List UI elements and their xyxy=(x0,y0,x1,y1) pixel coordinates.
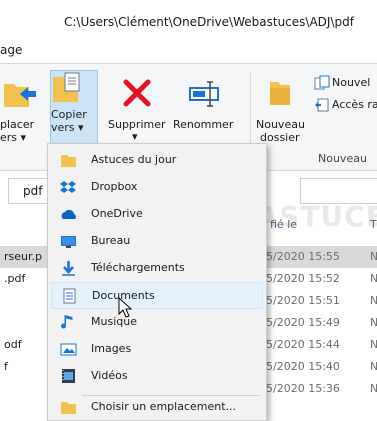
music-icon xyxy=(61,315,73,329)
easy-access-label: Accès ra xyxy=(332,98,377,111)
menu-item-astuces-du-jour[interactable]: Astuces du jour xyxy=(51,147,263,174)
file-date: 5/2020 15:52 xyxy=(266,272,340,285)
ribbon-tab-row: age xyxy=(0,34,377,64)
file-type: N xyxy=(370,294,377,307)
menu-item-vid-os[interactable]: Vidéos xyxy=(51,363,263,390)
menu-item-bureau[interactable]: Bureau xyxy=(51,228,263,255)
file-name: rseur.p xyxy=(4,250,42,263)
file-type: N xyxy=(370,382,377,395)
menu-item-label: Astuces du jour xyxy=(91,153,177,166)
copy-to-label-1: Copier xyxy=(51,108,87,121)
file-date: 5/2020 15:49 xyxy=(266,316,340,329)
menu-item-images[interactable]: Images xyxy=(51,336,263,363)
images-icon xyxy=(60,343,77,356)
delete-x-icon xyxy=(123,79,151,107)
onedrive-icon xyxy=(61,209,76,219)
rename-label: Renommer xyxy=(173,118,234,131)
file-date: 5/2020 15:36 xyxy=(266,382,340,395)
menu-item-onedrive[interactable]: OneDrive xyxy=(51,201,263,228)
move-to-label-1: placer xyxy=(0,118,35,131)
column-header-date[interactable]: fié le xyxy=(270,218,297,231)
copy-to-menu: Astuces du jour Dropbox OneDrive Bureau Télé… xyxy=(47,143,267,421)
folder-icon xyxy=(61,155,76,167)
dropbox-icon xyxy=(60,181,76,193)
documents-icon xyxy=(63,288,76,304)
file-date: 5/2020 15:44 xyxy=(266,338,340,351)
file-date: 5/2020 15:40 xyxy=(266,360,340,373)
download-icon xyxy=(62,261,75,276)
ribbon-group-new-label: Nouveau xyxy=(318,152,367,165)
file-name: .pdf xyxy=(4,272,26,285)
file-date: 5/2020 15:55 xyxy=(266,250,340,263)
window-path: C:\Users\Clément\OneDrive\Webastuces\ADJ… xyxy=(64,15,354,29)
title-bar: C:\Users\Clément\OneDrive\Webastuces\ADJ… xyxy=(0,0,377,34)
new-item-button[interactable]: Nouvel xyxy=(312,74,377,92)
easy-access-button[interactable]: Accès ra xyxy=(312,96,377,114)
menu-item-documents[interactable]: Documents xyxy=(51,282,263,309)
delete-arrow: ▾ xyxy=(132,130,138,143)
move-to-button[interactable]: placer ers ▾ xyxy=(0,70,48,150)
address-current: pdf xyxy=(23,184,43,198)
menu-item-musique[interactable]: Musique xyxy=(51,309,263,336)
file-type: N xyxy=(370,316,377,329)
file-date: 5/2020 15:51 xyxy=(266,294,340,307)
rename-button[interactable]: Renommer xyxy=(170,70,240,150)
copy-to-icon xyxy=(53,72,80,102)
file-type: N xyxy=(370,272,377,285)
videos-icon xyxy=(62,369,75,383)
copy-to-button[interactable]: Copier vers ▾ xyxy=(50,70,98,150)
delete-button[interactable]: Supprimer ▾ xyxy=(104,70,170,150)
column-header-type[interactable]: T xyxy=(370,218,377,231)
file-name: f xyxy=(4,360,8,373)
copy-to-label-2: vers ▾ xyxy=(51,121,84,134)
rename-icon xyxy=(189,81,219,107)
move-to-label-2: ers ▾ xyxy=(0,131,27,144)
menu-item-label: Téléchargements xyxy=(91,261,185,274)
new-item-icon xyxy=(314,75,330,90)
desktop-icon xyxy=(61,236,76,248)
menu-item-label: Vidéos xyxy=(91,369,128,382)
new-folder-button[interactable]: Nouveau dossier xyxy=(254,70,310,150)
file-type: N xyxy=(370,338,377,351)
new-folder-label-1: Nouveau xyxy=(256,118,305,131)
menu-item-label: Choisir un emplacement... xyxy=(91,400,237,413)
file-type: N xyxy=(370,360,377,373)
menu-item-t-l-chargements[interactable]: Téléchargements xyxy=(51,255,263,282)
file-type: N xyxy=(370,250,377,263)
move-to-icon xyxy=(4,84,36,107)
menu-item-label: Bureau xyxy=(91,234,131,247)
file-name: odf xyxy=(4,338,22,351)
ribbon-tab-fragment[interactable]: age xyxy=(0,43,22,57)
choose-location-icon xyxy=(61,402,76,414)
menu-item-label: Dropbox xyxy=(91,180,138,193)
easy-access-icon xyxy=(315,98,329,112)
menu-item-dropbox[interactable]: Dropbox xyxy=(51,174,263,201)
mouse-cursor-icon xyxy=(118,297,133,318)
menu-item-label: OneDrive xyxy=(91,207,143,220)
menu-item-label: Images xyxy=(91,342,132,355)
new-folder-icon xyxy=(270,82,290,105)
menu-item-choose-location[interactable]: Choisir un emplacement... xyxy=(51,394,263,421)
new-item-label: Nouvel xyxy=(332,76,371,89)
